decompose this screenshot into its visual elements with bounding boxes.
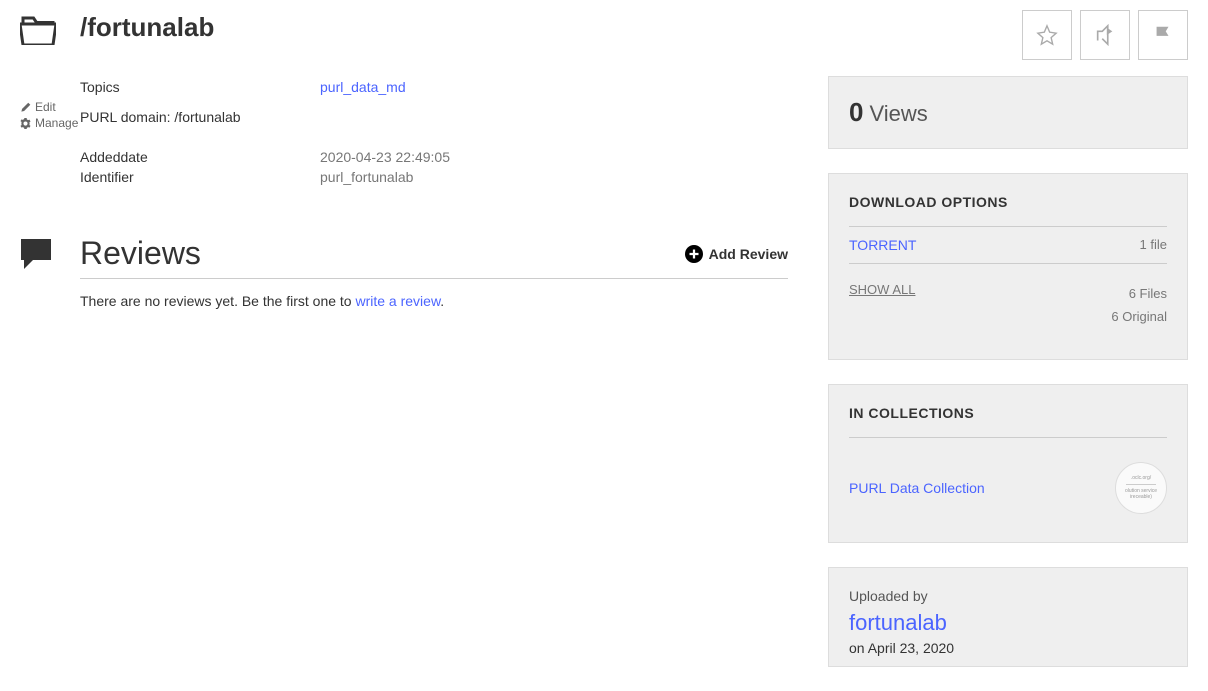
manage-link[interactable]: Manage	[20, 116, 80, 130]
uploaded-box: Uploaded by fortunalab on April 23, 2020	[828, 567, 1188, 667]
purl-domain: PURL domain: /fortunalab	[80, 109, 788, 125]
edit-label: Edit	[35, 100, 56, 114]
uploaded-by-label: Uploaded by	[849, 588, 1167, 604]
reviews-icon	[18, 236, 54, 272]
collection-link[interactable]: PURL Data Collection	[849, 480, 985, 496]
files-count: 6 Files	[1111, 282, 1167, 305]
addeddate-label: Addeddate	[80, 149, 320, 165]
manage-label: Manage	[35, 116, 78, 130]
no-reviews-text: There are no reviews yet. Be the first o…	[80, 293, 788, 309]
views-count: 0	[849, 97, 863, 128]
topics-link[interactable]: purl_data_md	[320, 79, 406, 95]
collection-thumbnail[interactable]: .oclc.org/ olution service ireceable)	[1115, 462, 1167, 514]
views-label: Views	[869, 101, 927, 127]
original-count: 6 Original	[1111, 305, 1167, 328]
identifier-value: purl_fortunalab	[320, 169, 413, 185]
downloads-heading: DOWNLOAD OPTIONS	[849, 194, 1167, 210]
uploader-link[interactable]: fortunalab	[849, 610, 947, 635]
add-review-label: Add Review	[709, 246, 788, 262]
collections-box: IN COLLECTIONS PURL Data Collection .ocl…	[828, 384, 1188, 543]
topics-label: Topics	[80, 79, 320, 95]
downloads-box: DOWNLOAD OPTIONS TORRENT 1 file SHOW ALL…	[828, 173, 1188, 360]
folder-icon	[20, 15, 80, 48]
reviews-heading: Reviews	[80, 235, 685, 272]
favorite-button[interactable]	[1022, 10, 1072, 60]
share-button[interactable]	[1080, 10, 1130, 60]
edit-link[interactable]: Edit	[20, 100, 80, 114]
addeddate-value: 2020-04-23 22:49:05	[320, 149, 450, 165]
flag-button[interactable]	[1138, 10, 1188, 60]
torrent-meta: 1 file	[1140, 237, 1167, 253]
views-box: 0 Views	[828, 76, 1188, 149]
identifier-label: Identifier	[80, 169, 320, 185]
collections-heading: IN COLLECTIONS	[849, 405, 1167, 438]
torrent-link[interactable]: TORRENT	[849, 237, 916, 253]
add-review-button[interactable]: Add Review	[685, 245, 788, 263]
page-title: /fortunalab	[80, 12, 788, 43]
upload-date: on April 23, 2020	[849, 640, 1167, 656]
write-review-link[interactable]: write a review	[355, 293, 440, 309]
show-all-link[interactable]: SHOW ALL	[849, 282, 915, 329]
